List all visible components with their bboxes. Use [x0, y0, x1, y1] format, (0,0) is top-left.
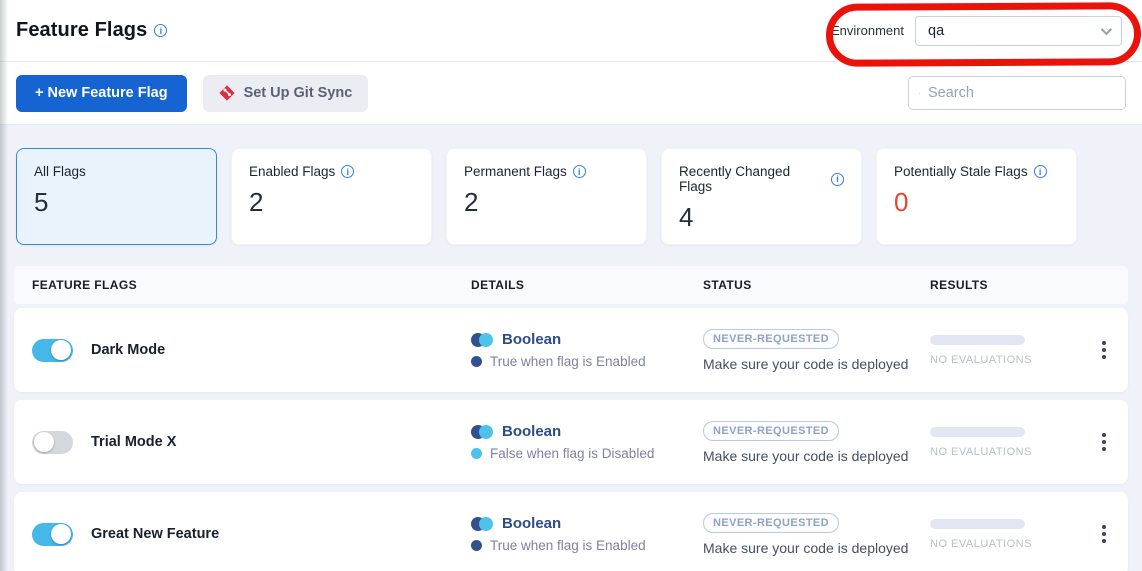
stat-value: 2 [464, 187, 629, 218]
results-text: NO EVALUATIONS [930, 446, 1080, 458]
column-results: RESULTS [930, 278, 1080, 292]
page-title: Feature Flags [16, 19, 147, 42]
environment-group: Environment qa [831, 16, 1122, 46]
search-icon [919, 86, 920, 101]
results-bar [930, 427, 1025, 437]
toolbar: + New Feature Flag Set Up Git Sync [0, 62, 1142, 125]
default-value-dot [471, 356, 482, 367]
stat-value: 2 [249, 187, 414, 218]
status-badge: NEVER-REQUESTED [703, 329, 839, 349]
git-sync-label: Set Up Git Sync [244, 85, 353, 101]
main-content: All Flags 5 Enabled Flags i 2 Permanent F… [0, 125, 1142, 571]
table-row: Great New Feature Boolean True when flag… [14, 492, 1128, 571]
stat-label: Recently Changed Flags [679, 164, 825, 194]
row-menu-kebab-icon[interactable] [1094, 519, 1114, 549]
stat-label: Potentially Stale Flags [894, 164, 1028, 179]
stat-card-enabled-flags[interactable]: Enabled Flags i 2 [231, 148, 432, 245]
info-icon[interactable]: i [831, 173, 844, 186]
stat-label: Enabled Flags [249, 164, 335, 179]
stats-row: All Flags 5 Enabled Flags i 2 Permanent F… [0, 125, 1142, 245]
stat-card-all-flags[interactable]: All Flags 5 [16, 148, 217, 245]
column-details: DETAILS [471, 278, 703, 292]
status-text: Make sure your code is deployed [703, 448, 930, 464]
environment-label: Environment [831, 23, 904, 38]
column-status: STATUS [703, 278, 930, 292]
flag-type: Boolean [502, 331, 561, 348]
flag-name[interactable]: Dark Mode [91, 342, 165, 358]
flag-toggle[interactable] [32, 431, 73, 454]
default-rule: True when flag is Enabled [490, 354, 646, 369]
table-header: FEATURE FLAGS DETAILS STATUS RESULTS [14, 266, 1128, 304]
row-menu-kebab-icon[interactable] [1094, 335, 1114, 365]
environment-select[interactable]: qa [915, 16, 1122, 46]
flag-name[interactable]: Great New Feature [91, 526, 219, 542]
column-feature-flags: FEATURE FLAGS [32, 278, 471, 292]
flag-type: Boolean [502, 515, 561, 532]
flag-name[interactable]: Trial Mode X [91, 434, 176, 450]
stat-value: 5 [34, 187, 199, 218]
git-icon [219, 85, 235, 101]
set-up-git-sync-button[interactable]: Set Up Git Sync [203, 75, 369, 112]
environment-value: qa [928, 23, 1101, 39]
page-header: Feature Flags i Environment qa [0, 0, 1142, 62]
stat-value: 4 [679, 202, 844, 233]
flag-type: Boolean [502, 423, 561, 440]
table-row: Dark Mode Boolean True when flag is Enab… [14, 308, 1128, 392]
search-box [908, 76, 1126, 110]
stat-card-potentially-stale-flags[interactable]: Potentially Stale Flags i 0 [876, 148, 1077, 245]
stat-label: Permanent Flags [464, 164, 567, 179]
stat-value: 0 [894, 187, 1059, 218]
boolean-type-icon [471, 517, 493, 531]
info-icon[interactable]: i [341, 165, 354, 178]
chevron-down-icon [1101, 23, 1112, 34]
boolean-type-icon [471, 333, 493, 347]
status-text: Make sure your code is deployed [703, 540, 930, 556]
flag-toggle[interactable] [32, 339, 73, 362]
stat-card-recently-changed-flags[interactable]: Recently Changed Flags i 4 [661, 148, 862, 245]
table-row: Trial Mode X Boolean False when flag is … [14, 400, 1128, 484]
default-rule: False when flag is Disabled [490, 446, 654, 461]
new-feature-flag-button[interactable]: + New Feature Flag [16, 75, 187, 112]
results-bar [930, 519, 1025, 529]
results-text: NO EVALUATIONS [930, 354, 1080, 366]
stat-label: All Flags [34, 164, 86, 179]
default-rule: True when flag is Enabled [490, 538, 646, 553]
stat-card-permanent-flags[interactable]: Permanent Flags i 2 [446, 148, 647, 245]
default-value-dot [471, 540, 482, 551]
search-input[interactable] [928, 85, 1115, 101]
info-icon[interactable]: i [154, 24, 167, 37]
row-menu-kebab-icon[interactable] [1094, 427, 1114, 457]
results-text: NO EVALUATIONS [930, 538, 1080, 550]
status-badge: NEVER-REQUESTED [703, 513, 839, 533]
results-bar [930, 335, 1025, 345]
default-value-dot [471, 448, 482, 459]
boolean-type-icon [471, 425, 493, 439]
status-badge: NEVER-REQUESTED [703, 421, 839, 441]
info-icon[interactable]: i [573, 165, 586, 178]
status-text: Make sure your code is deployed [703, 356, 930, 372]
info-icon[interactable]: i [1034, 165, 1047, 178]
flag-toggle[interactable] [32, 523, 73, 546]
